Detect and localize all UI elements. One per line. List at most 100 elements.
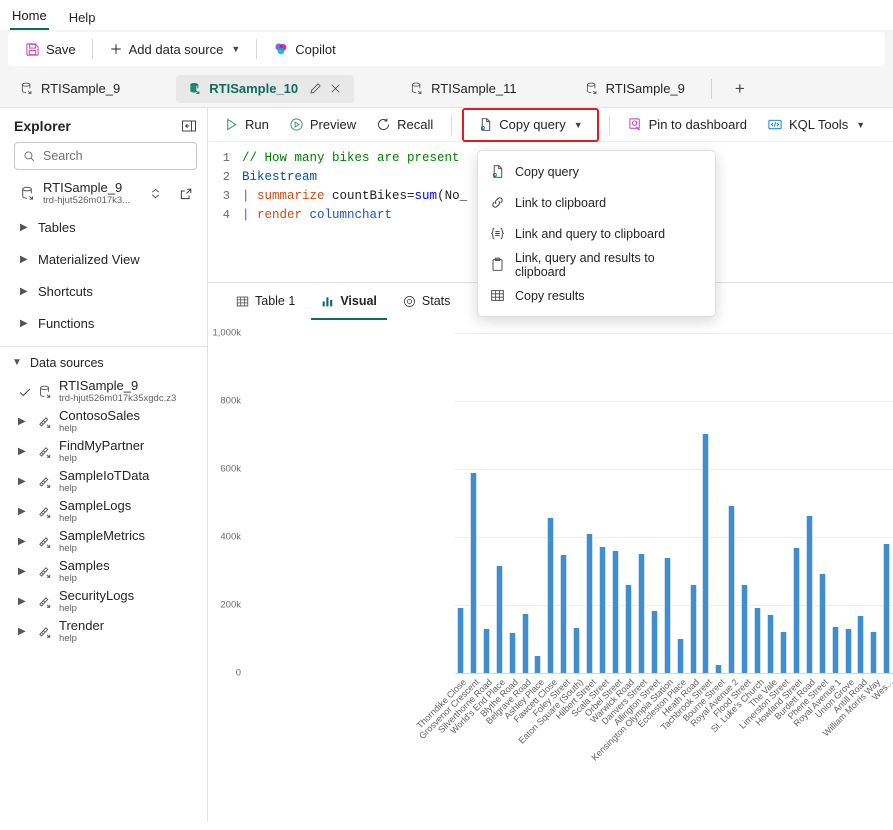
chart-bar[interactable]: [521, 613, 529, 673]
tab-stats[interactable]: Stats: [393, 284, 461, 320]
data-sources-header[interactable]: ▼ Data sources: [0, 349, 207, 377]
chart-bar[interactable]: [534, 656, 542, 673]
data-source-item-2[interactable]: ▶ FindMyPartner help: [0, 437, 207, 467]
query-tab-0[interactable]: RTISample_9: [8, 75, 132, 103]
rename-tab-icon[interactable]: [309, 82, 322, 95]
code-token: columnchart: [309, 207, 393, 222]
tab-table-1[interactable]: Table 1: [226, 284, 305, 320]
tab-visual[interactable]: Visual: [311, 284, 387, 320]
menu-item-home[interactable]: Home: [10, 9, 49, 30]
collapse-panel-icon[interactable]: [181, 118, 197, 134]
chart-bar[interactable]: [728, 506, 736, 673]
chart-bar[interactable]: [663, 558, 671, 673]
chart-bar[interactable]: [792, 547, 800, 673]
menu-item-link-to-clipboard[interactable]: Link to clipboard: [478, 187, 715, 218]
chart-bar[interactable]: [624, 585, 632, 673]
chart-bar[interactable]: [754, 607, 762, 673]
code-token: render: [257, 207, 310, 222]
chart-bar[interactable]: [573, 628, 581, 673]
query-tab-3[interactable]: RTISample_9: [573, 75, 697, 103]
data-source-item-4[interactable]: ▶ SampleLogs help: [0, 497, 207, 527]
add-data-source-label: Add data source: [128, 41, 224, 57]
chart-bar[interactable]: [586, 534, 594, 673]
chart-bar[interactable]: [482, 628, 490, 673]
chart-bar[interactable]: [844, 629, 852, 673]
explorer-database-row[interactable]: RTISample_9 trd-hjut526m017k3...: [0, 176, 207, 212]
y-axis-tick-label: 1,000k: [212, 327, 241, 339]
chart-bar[interactable]: [741, 585, 749, 673]
data-source-item-8[interactable]: ▶ Trender help: [0, 617, 207, 647]
chart-bar[interactable]: [612, 550, 619, 673]
chart-bar[interactable]: [689, 584, 697, 673]
copilot-button[interactable]: Copilot: [264, 35, 344, 63]
chart-bar[interactable]: [831, 627, 839, 673]
gridline: [455, 673, 893, 674]
chevron-right-icon: ▶: [20, 254, 28, 266]
chart-bar[interactable]: [495, 565, 503, 673]
query-tab-1[interactable]: RTISample_10: [176, 74, 355, 103]
chart-bar[interactable]: [637, 554, 645, 673]
database-switcher-icon[interactable]: [149, 186, 162, 201]
code-text: | summarize countBikes=sum(No_: [242, 189, 467, 203]
chart-bar[interactable]: [676, 639, 684, 673]
tree-item-materialized-view[interactable]: ▶ Materialized View: [0, 244, 207, 276]
shortcut-database-icon: [38, 504, 53, 520]
add-query-tab-button[interactable]: +: [726, 75, 754, 103]
chart-bar[interactable]: [870, 632, 878, 673]
preview-button[interactable]: Preview: [279, 111, 366, 139]
command-separator-1: [91, 39, 93, 59]
data-source-item-1[interactable]: ▶ ContosoSales help: [0, 407, 207, 437]
kql-tools-button[interactable]: KQL Tools ▼: [757, 111, 875, 139]
chart-bar[interactable]: [779, 632, 787, 673]
chart-bar[interactable]: [560, 554, 568, 673]
chart-bar[interactable]: [547, 518, 555, 673]
query-tab-2[interactable]: RTISample_11: [398, 75, 529, 103]
chart-bar[interactable]: [818, 574, 826, 673]
data-source-item-6[interactable]: ▶ Samples help: [0, 557, 207, 587]
open-external-icon[interactable]: [179, 187, 193, 201]
results-panel: Table 1 Visual Stats 0 200k 400k 600k 800k 1,…: [208, 282, 893, 822]
close-tab-icon[interactable]: [329, 82, 342, 95]
chart-bar[interactable]: [883, 543, 891, 673]
chart-bar[interactable]: [715, 664, 723, 673]
chart-bar[interactable]: [767, 614, 775, 673]
y-axis-tick-label: 800k: [220, 395, 241, 407]
menu-item-help[interactable]: Help: [67, 11, 98, 30]
copy-query-menu[interactable]: Copy query Link to clipboard Link and qu…: [477, 150, 716, 317]
chart-bar[interactable]: [508, 632, 516, 673]
copy-query-button[interactable]: Copy query ▼: [468, 111, 592, 139]
database-icon: [410, 81, 424, 96]
tree-item-shortcuts[interactable]: ▶ Shortcuts: [0, 276, 207, 308]
chart-bar[interactable]: [599, 546, 607, 673]
pin-to-dashboard-button[interactable]: Pin to dashboard: [618, 111, 757, 139]
run-button[interactable]: Run: [214, 111, 279, 139]
shortcut-database-icon: [38, 444, 53, 460]
recall-label: Recall: [397, 117, 434, 132]
search-input[interactable]: Search: [14, 142, 197, 170]
chart-bar[interactable]: [702, 434, 710, 673]
gridline: [455, 605, 893, 606]
chart-bar[interactable]: [650, 610, 658, 673]
command-bar-container: Save Add data source ▼ Copilot: [0, 30, 893, 70]
recall-button[interactable]: Recall: [366, 111, 443, 139]
data-source-item-3[interactable]: ▶ SampleIoTData help: [0, 467, 207, 497]
chart-bar[interactable]: [456, 608, 464, 673]
data-source-item-7[interactable]: ▶ SecurityLogs help: [0, 587, 207, 617]
chart-visual[interactable]: 0 200k 400k 600k 800k 1,000k Thorndike Close Gr…: [208, 321, 893, 822]
line-number: 2: [222, 169, 230, 184]
menu-item-link-and-query-to-clipboard[interactable]: Link and query to clipboard: [478, 218, 715, 249]
menu-item-copy-query[interactable]: Copy query: [478, 156, 715, 187]
add-data-source-button[interactable]: Add data source ▼: [100, 35, 250, 63]
chart-bar[interactable]: [805, 515, 813, 673]
chart-bar[interactable]: [469, 473, 477, 673]
menu-item-link-query-results-to-clipboard[interactable]: Link, query and results to clipboard: [478, 249, 715, 280]
menu-item-copy-results[interactable]: Copy results: [478, 280, 715, 311]
chevron-down-icon: ▼: [573, 119, 583, 130]
tree-item-label: Materialized View: [38, 252, 140, 268]
tree-item-functions[interactable]: ▶ Functions: [0, 308, 207, 340]
tree-item-tables[interactable]: ▶ Tables: [0, 212, 207, 244]
data-source-item-0[interactable]: RTISample_9 trd-hjut526m017k35xgdc.z3: [0, 377, 207, 407]
data-source-item-5[interactable]: ▶ SampleMetrics help: [0, 527, 207, 557]
chart-bar[interactable]: [857, 616, 865, 673]
save-button[interactable]: Save: [16, 35, 85, 63]
